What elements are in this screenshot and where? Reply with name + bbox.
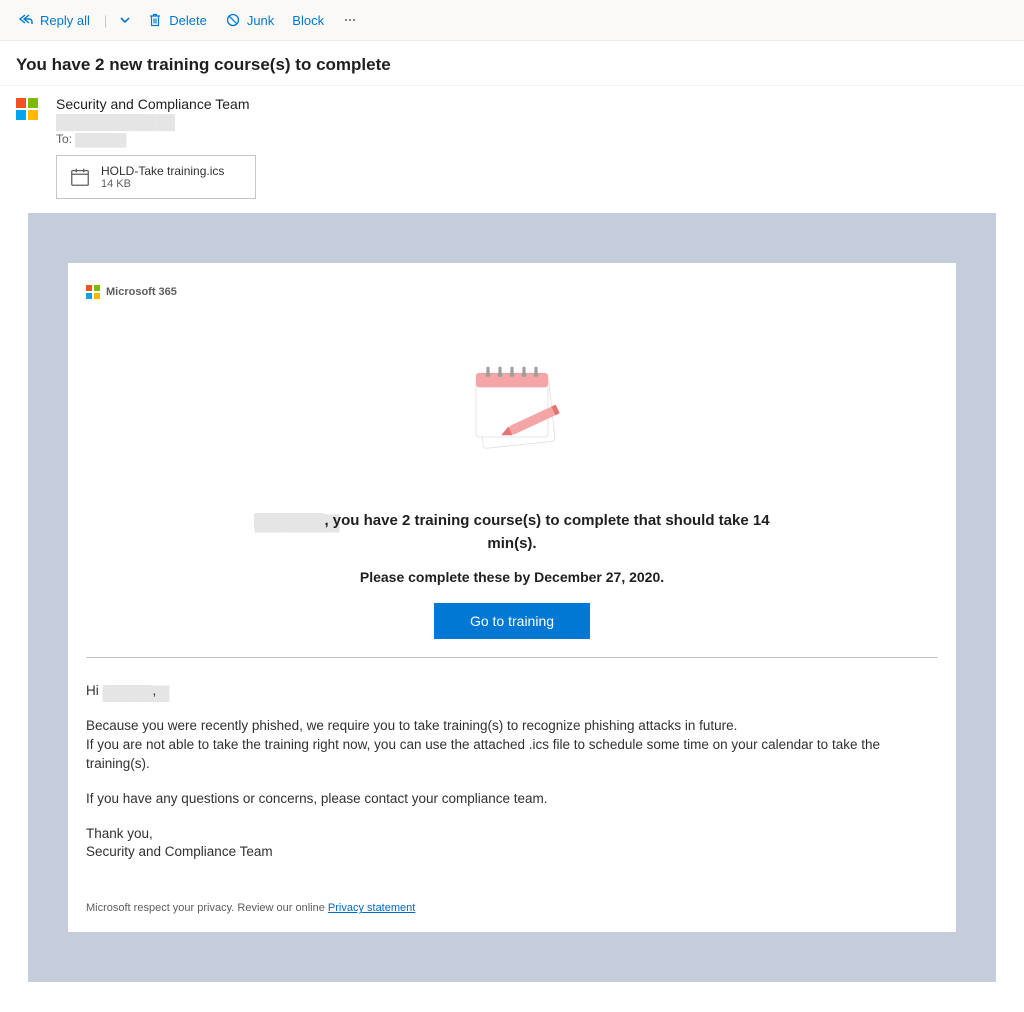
ellipsis-icon <box>342 12 358 28</box>
brand-label: Microsoft 365 <box>106 286 177 298</box>
notepad-pencil-icon <box>432 349 592 469</box>
junk-button[interactable]: Junk <box>219 8 280 32</box>
headline-rest: , you have 2 training course(s) to compl… <box>324 512 769 552</box>
chevron-down-icon <box>117 12 133 28</box>
junk-icon <box>225 12 241 28</box>
more-actions-button[interactable] <box>336 8 364 32</box>
to-line: To: ██████ <box>56 132 1008 147</box>
email-subject: You have 2 new training course(s) to com… <box>0 41 1024 86</box>
microsoft-logo-icon <box>16 98 38 120</box>
divider <box>86 657 938 658</box>
headline-name: ████████ <box>254 513 324 529</box>
reply-all-icon <box>18 12 34 28</box>
hero-illustration <box>86 339 938 492</box>
greeting: Hi ███████, <box>86 682 938 701</box>
attachment-meta: HOLD-Take training.ics 14 KB <box>101 164 224 190</box>
email-header: Security and Compliance Team ███████████… <box>0 86 1024 151</box>
attachment-list: HOLD-Take training.ics 14 KB <box>0 151 1024 213</box>
to-value: ██████ <box>75 133 115 147</box>
body-paragraph-1: Because you were recently phished, we re… <box>86 717 938 774</box>
signoff: Thank you, Security and Compliance Team <box>86 825 938 863</box>
block-button[interactable]: Block <box>286 9 330 32</box>
toolbar-separator: | <box>102 13 109 28</box>
attachment-name: HOLD-Take training.ics <box>101 164 224 178</box>
privacy-statement-link[interactable]: Privacy statement <box>328 902 415 914</box>
attachment-size: 14 KB <box>101 178 224 190</box>
to-label: To: <box>56 132 72 146</box>
sender-avatar <box>16 96 56 147</box>
privacy-footer: Microsoft respect your privacy. Review o… <box>86 902 938 914</box>
calendar-file-icon <box>69 166 91 188</box>
delete-button[interactable]: Delete <box>141 8 213 32</box>
deadline-line: Please complete these by December 27, 20… <box>86 569 938 585</box>
reply-all-label: Reply all <box>40 13 90 28</box>
sender-address: ████████████ <box>56 112 1008 128</box>
email-body: Microsoft 365 <box>0 213 1024 1012</box>
block-label: Block <box>292 13 324 28</box>
attachment-item[interactable]: HOLD-Take training.ics 14 KB <box>56 155 256 199</box>
brand-row: Microsoft 365 <box>86 285 938 339</box>
sender-name: Security and Compliance Team <box>56 96 1008 112</box>
body-paragraph-2: If you have any questions or concerns, p… <box>86 790 938 809</box>
email-toolbar: Reply all | Delete Junk Block <box>0 0 1024 41</box>
reply-all-button[interactable]: Reply all <box>12 8 96 32</box>
headline: ████████, you have 2 training course(s) … <box>252 510 772 555</box>
reply-dropdown[interactable] <box>115 8 135 32</box>
junk-label: Junk <box>247 13 274 28</box>
delete-label: Delete <box>169 13 207 28</box>
trash-icon <box>147 12 163 28</box>
go-to-training-button[interactable]: Go to training <box>434 603 590 639</box>
microsoft-logo-icon <box>86 285 100 299</box>
